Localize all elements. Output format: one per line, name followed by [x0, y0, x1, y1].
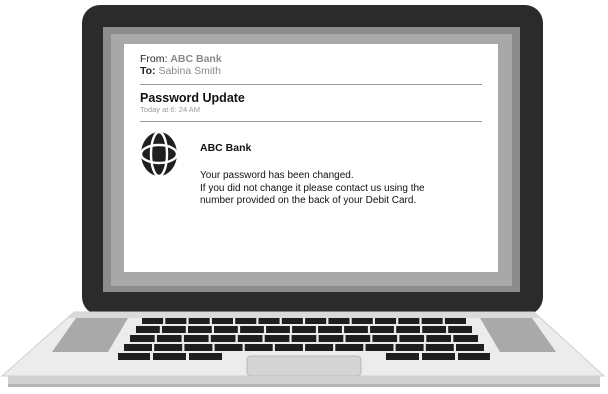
keyboard-key[interactable]	[153, 353, 186, 360]
keyboard-key[interactable]	[426, 335, 451, 342]
keyboard-key[interactable]	[189, 353, 222, 360]
globe-icon	[140, 131, 178, 177]
keyboard-key[interactable]	[398, 318, 420, 324]
keyboard-key[interactable]	[458, 353, 490, 360]
keyboard-key[interactable]	[386, 353, 419, 360]
body-line: Your password has been changed.	[200, 170, 354, 181]
email-subject: Password Update	[140, 91, 245, 105]
keyboard-key[interactable]	[214, 326, 238, 333]
keyboard-key[interactable]	[425, 344, 454, 351]
keyboard-key[interactable]	[456, 344, 484, 351]
keyboard-key[interactable]	[235, 318, 257, 324]
keyboard-key[interactable]	[214, 344, 243, 351]
keyboard-key[interactable]	[344, 326, 368, 333]
keyboard-key[interactable]	[318, 335, 344, 342]
to-label: To:	[140, 65, 156, 77]
keyboard-key[interactable]	[328, 318, 350, 324]
keyboard-key[interactable]	[188, 318, 210, 324]
keyboard-key[interactable]	[118, 353, 150, 360]
keyboard-key[interactable]	[156, 335, 182, 342]
deck-hinge	[68, 312, 540, 318]
email-window: From: ABC Bank To: Sabina Smith Password…	[124, 44, 498, 272]
keyboard-key[interactable]	[130, 335, 155, 342]
keyboard-key[interactable]	[258, 318, 280, 324]
keyboard-key[interactable]	[305, 318, 327, 324]
keyboard-key[interactable]	[370, 326, 394, 333]
keyboard-key[interactable]	[165, 318, 187, 324]
body-line: If you did not change it please contact …	[200, 182, 425, 194]
laptop-base-shadow	[8, 384, 600, 387]
keyboard-key[interactable]	[292, 326, 316, 333]
from-line: From: ABC Bank	[140, 53, 482, 65]
body-line: number provided on the back of your Debi…	[200, 195, 417, 206]
keyboard-key[interactable]	[422, 326, 446, 333]
keyboard-key[interactable]	[396, 326, 420, 333]
keyboard-key[interactable]	[136, 326, 160, 333]
keyboard-key[interactable]	[240, 326, 264, 333]
keyboard-key[interactable]	[318, 326, 342, 333]
keyboard-key[interactable]	[448, 326, 472, 333]
email-timestamp: Today at 6: 24 AM	[140, 105, 201, 114]
keyboard-key[interactable]	[351, 318, 373, 324]
keyboard-key[interactable]	[188, 326, 212, 333]
keyboard-key[interactable]	[274, 344, 303, 351]
keyboard-key[interactable]	[375, 318, 397, 324]
keyboard-key[interactable]	[237, 335, 263, 342]
keyboard-key[interactable]	[305, 344, 334, 351]
keyboard-key[interactable]	[335, 344, 364, 351]
to-value[interactable]: Sabina Smith	[158, 65, 220, 77]
to-line: To: Sabina Smith	[140, 65, 482, 77]
keyboard-key[interactable]	[183, 335, 209, 342]
subject-divider	[140, 121, 482, 122]
keyboard-key[interactable]	[210, 335, 236, 342]
keyboard-key[interactable]	[444, 318, 466, 324]
keyboard-key[interactable]	[453, 335, 478, 342]
keyboard-key[interactable]	[142, 318, 164, 324]
keyboard-key[interactable]	[421, 318, 443, 324]
keyboard-key[interactable]	[162, 326, 186, 333]
keyboard-key[interactable]	[345, 335, 371, 342]
keyboard-key[interactable]	[184, 344, 213, 351]
email-body: ABC Bank Your password has been changed.…	[140, 131, 482, 208]
keyboard-key[interactable]	[395, 344, 424, 351]
keyboard-key[interactable]	[422, 353, 455, 360]
keyboard-key[interactable]	[264, 335, 290, 342]
keyboard-key[interactable]	[154, 344, 183, 351]
sender-name: ABC Bank	[200, 142, 252, 154]
keyboard-key[interactable]	[266, 326, 290, 333]
header-divider	[140, 84, 482, 85]
keyboard-key[interactable]	[365, 344, 394, 351]
keyboard-key[interactable]	[244, 344, 273, 351]
keyboard-key[interactable]	[399, 335, 425, 342]
keyboard-key[interactable]	[124, 344, 152, 351]
from-label: From:	[140, 53, 168, 65]
keyboard-key[interactable]	[211, 318, 233, 324]
keyboard-key[interactable]	[372, 335, 398, 342]
trackpad[interactable]	[246, 355, 362, 377]
keyboard-key[interactable]	[281, 318, 303, 324]
keyboard-key[interactable]	[291, 335, 317, 342]
from-value[interactable]: ABC Bank	[170, 53, 221, 65]
email-message: ABC Bank Your password has been changed.…	[200, 131, 482, 208]
